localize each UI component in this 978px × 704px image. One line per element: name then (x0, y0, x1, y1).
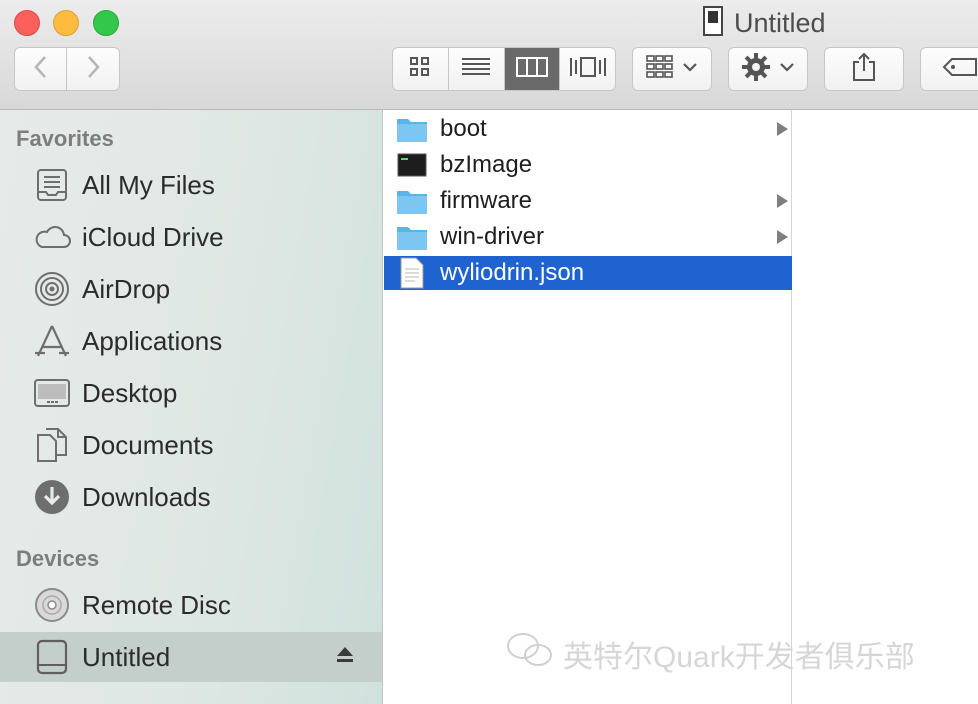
file-row-wyliodrin-json[interactable]: wyliodrin.json (384, 256, 792, 290)
drive-icon (32, 637, 72, 677)
file-row-bzimage[interactable]: bzImage (384, 148, 792, 182)
arrange-button[interactable] (632, 47, 712, 91)
folder-icon (396, 185, 428, 217)
sidebar-item-all-my-files[interactable]: All My Files (0, 160, 382, 210)
sidebar-item-label: Untitled (82, 641, 171, 672)
sidebar-item-remote-disc[interactable]: Remote Disc (0, 580, 382, 630)
documents-icon (32, 425, 72, 465)
zoom-window-button[interactable] (93, 10, 119, 36)
chevron-down-icon (682, 60, 698, 78)
sd-card-icon (702, 5, 724, 41)
watermark-text: 英特尔Quark开发者俱乐部 (563, 641, 915, 674)
sidebar-item-untitled[interactable]: Untitled (0, 632, 382, 682)
sidebar-item-applications[interactable]: Applications (0, 316, 382, 366)
column-view-icon (515, 56, 549, 83)
all-files-icon (32, 165, 72, 205)
sidebar-item-label: iCloud Drive (82, 221, 224, 252)
devices-header: Devices (16, 546, 100, 571)
folder-icon (396, 113, 428, 145)
forward-button[interactable] (66, 47, 120, 91)
downloads-icon (32, 477, 72, 517)
title-bar: Untitled (0, 0, 978, 110)
cover-flow-button[interactable] (560, 48, 615, 90)
sidebar-item-label: Downloads (82, 481, 211, 512)
disc-icon (32, 585, 72, 625)
chevron-left-icon (33, 55, 49, 84)
gear-icon (741, 52, 771, 87)
sidebar-item-label: AirDrop (82, 273, 171, 304)
chevron-right-icon (85, 55, 101, 84)
window-title-text: Untitled (734, 7, 826, 38)
document-icon (396, 257, 428, 289)
action-button[interactable] (728, 47, 808, 91)
share-button[interactable] (824, 47, 904, 91)
cloud-icon (32, 217, 72, 257)
share-icon (851, 52, 877, 87)
back-button[interactable] (14, 47, 67, 91)
sidebar-item-label: Remote Disc (82, 589, 231, 620)
file-column: boot bzImage firmware win-driver wyliodr… (384, 110, 792, 704)
file-name: boot (440, 115, 487, 142)
applications-icon (32, 321, 72, 361)
eject-icon[interactable] (336, 646, 354, 669)
sidebar-item-label: Documents (82, 429, 214, 460)
desktop-icon (32, 373, 72, 413)
sidebar-item-airdrop[interactable]: AirDrop (0, 264, 382, 314)
close-window-button[interactable] (14, 10, 40, 36)
tag-button[interactable] (920, 47, 978, 91)
sidebar: Favorites All My Files iCloud Drive AirD… (0, 110, 383, 704)
sidebar-item-documents[interactable]: Documents (0, 420, 382, 470)
list-view-button[interactable] (449, 48, 505, 90)
sidebar-item-label: All My Files (82, 169, 215, 200)
file-name: bzImage (440, 151, 533, 178)
executable-icon (396, 149, 428, 181)
airdrop-icon (32, 269, 72, 309)
file-name: wyliodrin.json (440, 259, 585, 286)
minimize-window-button[interactable] (53, 10, 79, 36)
file-row-boot[interactable]: boot (384, 112, 792, 146)
watermark: 英特尔Quark开发者俱乐部 (505, 633, 915, 674)
file-name: win-driver (440, 223, 545, 250)
folder-icon (396, 221, 428, 253)
file-name: firmware (440, 187, 533, 214)
cover-flow-icon (569, 55, 607, 84)
column-view-button[interactable] (504, 48, 561, 90)
favorites-header: Favorites (16, 126, 114, 151)
file-row-win-driver[interactable]: win-driver (384, 220, 792, 254)
expand-arrow-icon (777, 194, 788, 208)
sidebar-item-label: Applications (82, 325, 223, 356)
icon-view-icon (409, 56, 431, 83)
expand-arrow-icon (777, 122, 788, 136)
sidebar-item-label: Desktop (82, 377, 178, 408)
sidebar-item-downloads[interactable]: Downloads (0, 472, 382, 522)
sidebar-item-icloud-drive[interactable]: iCloud Drive (0, 212, 382, 262)
expand-arrow-icon (777, 230, 788, 244)
arrange-grid-icon (646, 54, 674, 84)
chevron-down-icon (779, 60, 795, 78)
window-title: Untitled (702, 5, 826, 41)
view-mode-control[interactable] (392, 47, 616, 91)
tag-icon (942, 57, 978, 82)
icon-view-button[interactable] (393, 48, 449, 90)
sidebar-item-desktop[interactable]: Desktop (0, 368, 382, 418)
wechat-icon (505, 630, 555, 678)
file-row-firmware[interactable]: firmware (384, 184, 792, 218)
list-view-icon (461, 57, 491, 82)
